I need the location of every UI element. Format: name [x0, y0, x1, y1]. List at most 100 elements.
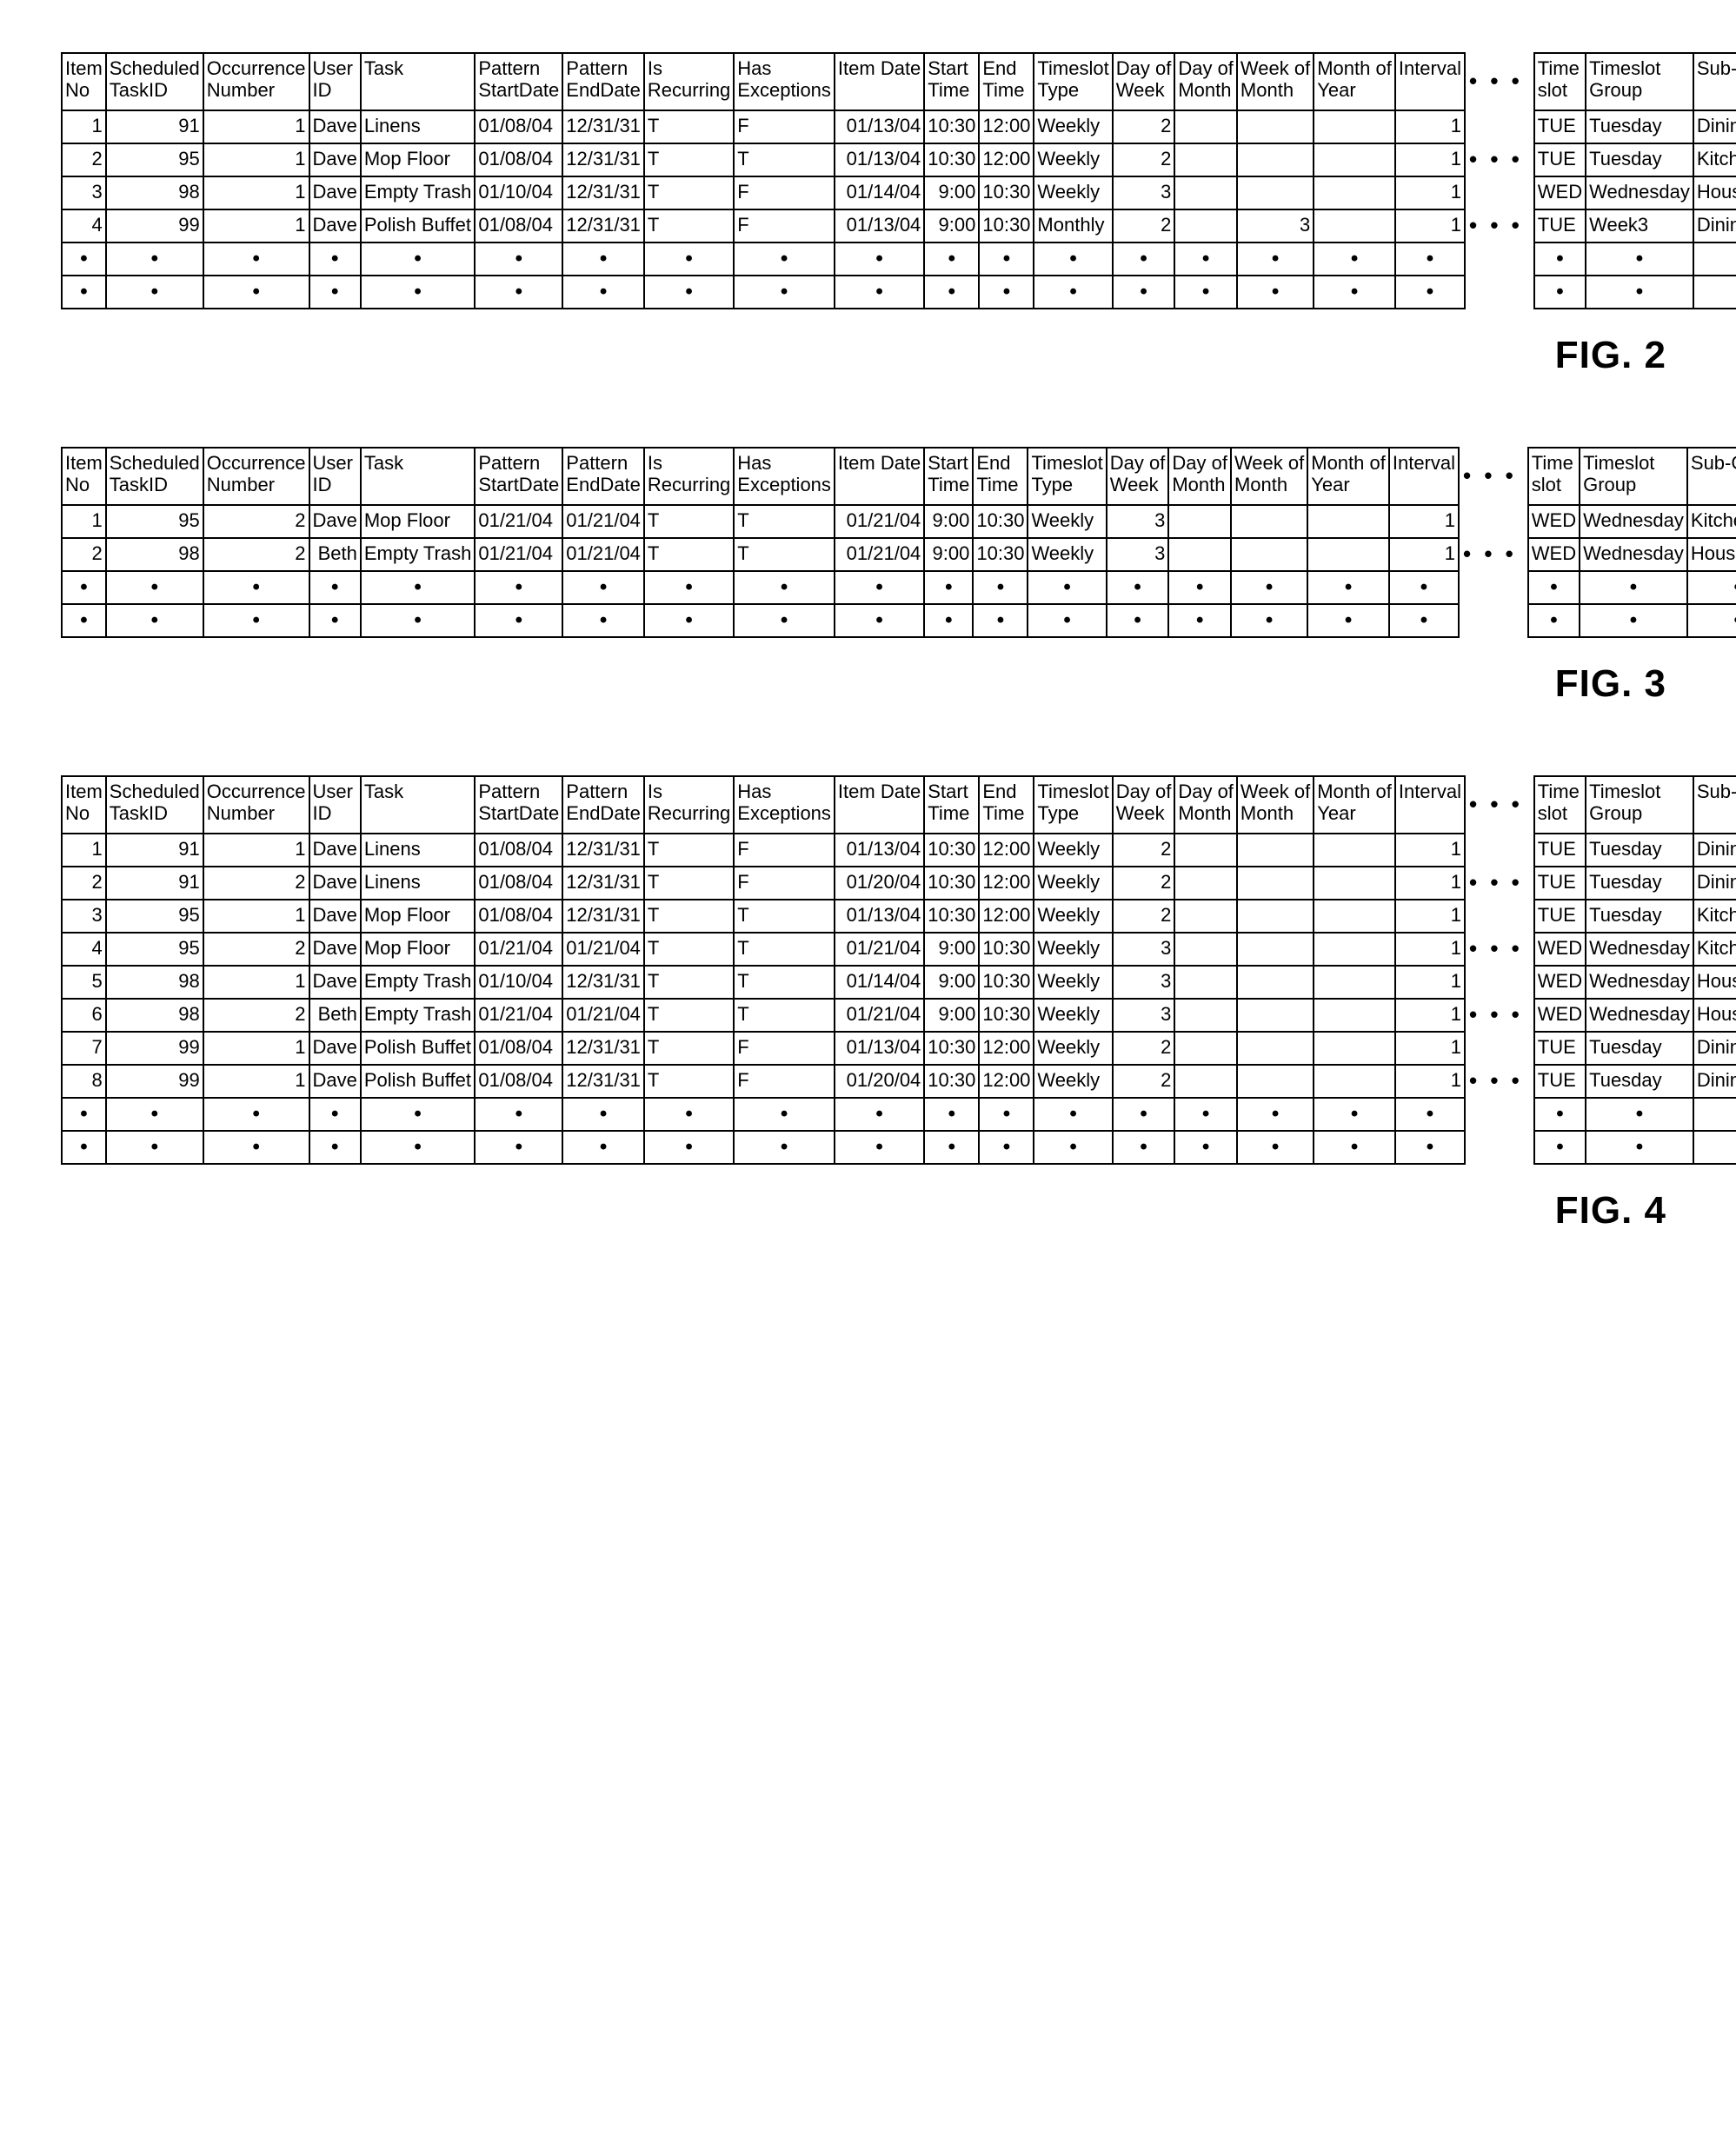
cell-main-0: 7 — [62, 1032, 106, 1065]
cell-main-11: 12:00 — [979, 1065, 1034, 1098]
cell-main-5: 01/08/04 — [475, 1065, 562, 1098]
cell-side-0: TUE — [1534, 834, 1586, 867]
cell-main-2: 2 — [203, 867, 309, 900]
side-dot-col-2: • — [1693, 276, 1736, 309]
table-row: 8991DavePolish Buffet01/08/0412/31/31TF0… — [62, 1065, 1527, 1098]
cell-main-12: Weekly — [1034, 143, 1112, 176]
cell-main-9: 01/13/04 — [835, 110, 924, 143]
main-dot-col-13: • — [1113, 276, 1175, 309]
cell-main-11: 10:30 — [979, 176, 1034, 209]
cell-main-3: Dave — [309, 209, 361, 243]
main-dot-col-3: • — [309, 276, 361, 309]
main-dot-col-1: • — [106, 243, 203, 276]
cell-main-12: Weekly — [1034, 933, 1112, 966]
cell-side-0: TUE — [1534, 110, 1586, 143]
cell-main-9: 01/14/04 — [835, 966, 924, 999]
main-header-col-17: Interval — [1395, 776, 1465, 834]
side-dot-col-0: • — [1534, 243, 1586, 276]
main-dot-col-7: • — [644, 1131, 734, 1164]
cell-main-15 — [1231, 538, 1307, 571]
table-row: TUETuesdayDining Rm — [1534, 834, 1736, 867]
cell-main-8: F — [734, 834, 835, 867]
cell-main-17: 1 — [1389, 505, 1459, 538]
main-dot-col-6: • — [562, 1098, 644, 1131]
cell-main-7: T — [644, 143, 734, 176]
cell-side-1: Wednesday — [1580, 538, 1687, 571]
main-dot-col-5: • — [475, 243, 562, 276]
cell-main-1: 95 — [106, 143, 203, 176]
cell-side-1: Tuesday — [1586, 110, 1693, 143]
cell-main-12: Weekly — [1034, 900, 1112, 933]
cell-main-0: 4 — [62, 933, 106, 966]
cell-side-1: Tuesday — [1586, 143, 1693, 176]
cell-main-16 — [1314, 900, 1395, 933]
main-dot-col-13: • — [1113, 1131, 1175, 1164]
table-row: TUETuesdayDining Rm — [1534, 110, 1736, 143]
main-dot-col-15: • — [1237, 243, 1314, 276]
cell-main-13: 2 — [1113, 834, 1175, 867]
cell-main-13: 3 — [1107, 538, 1169, 571]
table-row: 2912DaveLinens01/08/0412/31/31TF01/20/04… — [62, 867, 1527, 900]
main-dot-col-9: • — [835, 571, 924, 604]
main-dot-col-8: • — [734, 1131, 835, 1164]
main-dot-col-15: • — [1237, 276, 1314, 309]
cell-main-12: Weekly — [1034, 1032, 1112, 1065]
side-dot-col-1: • — [1580, 604, 1687, 637]
main-table-fig-2: ItemNoScheduledTaskIDOccurrenceNumberUse… — [61, 52, 1528, 309]
cell-main-0: 1 — [62, 110, 106, 143]
cell-main-7: T — [644, 900, 734, 933]
cell-main-1: 98 — [106, 538, 203, 571]
cell-main-13: 2 — [1113, 110, 1175, 143]
cell-main-17: 1 — [1395, 867, 1465, 900]
cell-main-11: 12:00 — [979, 867, 1034, 900]
cell-main-0: 2 — [62, 867, 106, 900]
main-dot-col-6: • — [562, 243, 644, 276]
main-header-col-10: StartTime — [924, 776, 979, 834]
main-dot-col-16: • — [1314, 276, 1395, 309]
table-row: WEDWednesdayKitchen — [1534, 933, 1736, 966]
cell-main-17: 1 — [1395, 176, 1465, 209]
gap-ellipsis-row: • • • — [1459, 538, 1521, 571]
cell-main-13: 3 — [1113, 933, 1175, 966]
cell-main-10: 9:00 — [924, 176, 979, 209]
main-header-col-4: Task — [361, 776, 475, 834]
cell-main-7: T — [644, 505, 734, 538]
side-dot-col-2: • — [1693, 1131, 1736, 1164]
main-dot-col-2: • — [203, 604, 309, 637]
main-header-col-1: ScheduledTaskID — [106, 53, 203, 110]
cell-main-7: T — [644, 538, 734, 571]
cell-main-8: T — [734, 505, 835, 538]
main-dot-col-5: • — [475, 1098, 562, 1131]
main-dot-col-1: • — [106, 1131, 203, 1164]
cell-side-1: Wednesday — [1586, 999, 1693, 1032]
cell-main-14 — [1174, 110, 1237, 143]
cell-side-2: Dining Rm — [1693, 867, 1736, 900]
cell-main-9: 01/13/04 — [835, 834, 924, 867]
cell-main-5: 01/21/04 — [475, 933, 562, 966]
cell-main-0: 8 — [62, 1065, 106, 1098]
table-row: TUETuesdayKitchen — [1534, 143, 1736, 176]
side-header-col-2: Sub-Group — [1687, 448, 1736, 505]
main-dot-col-10: • — [924, 243, 979, 276]
cell-main-16 — [1314, 999, 1395, 1032]
cell-main-0: 3 — [62, 176, 106, 209]
main-dot-col-10: • — [924, 1098, 979, 1131]
cell-main-1: 91 — [106, 110, 203, 143]
cell-side-0: TUE — [1534, 867, 1586, 900]
cell-main-4: Empty Trash — [361, 176, 475, 209]
table-row: 2951DaveMop Floor01/08/0412/31/31TT01/13… — [62, 143, 1527, 176]
main-header-col-1: ScheduledTaskID — [106, 448, 203, 505]
table-row: WEDWednesdayHouse — [1528, 538, 1736, 571]
cell-side-0: TUE — [1534, 209, 1586, 243]
cell-main-2: 1 — [203, 143, 309, 176]
cell-main-8: T — [734, 143, 835, 176]
cell-main-16 — [1314, 834, 1395, 867]
cell-main-8: F — [734, 176, 835, 209]
cell-main-5: 01/08/04 — [475, 900, 562, 933]
main-dot-col-6: • — [562, 1131, 644, 1164]
main-header-col-9: Item Date — [835, 776, 924, 834]
main-dot-col-2: • — [203, 243, 309, 276]
cell-main-15 — [1237, 834, 1314, 867]
main-dot-col-13: • — [1113, 1098, 1175, 1131]
main-header-col-11: EndTime — [979, 53, 1034, 110]
